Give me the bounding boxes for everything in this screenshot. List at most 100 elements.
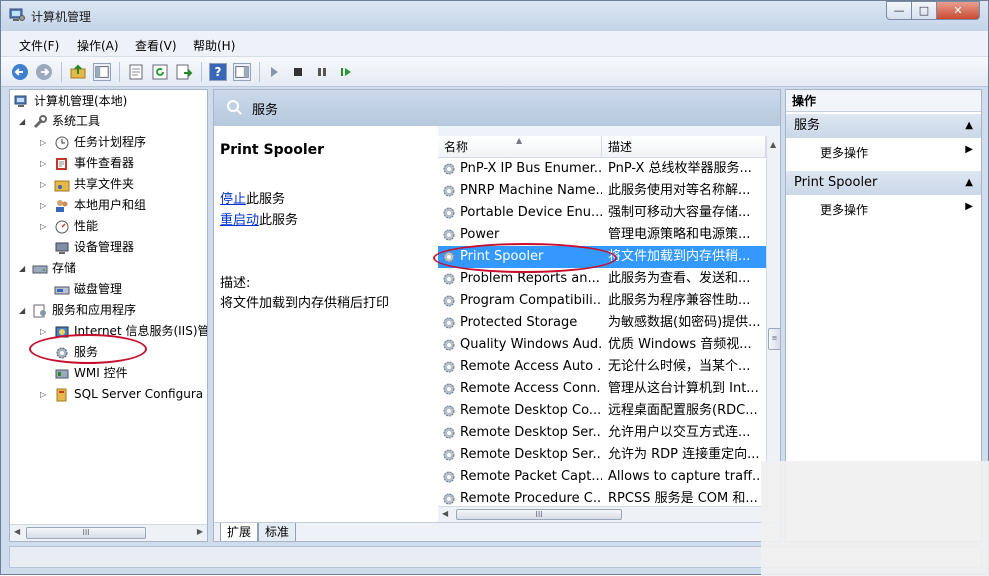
gear-icon <box>443 273 455 284</box>
gear-icon <box>443 229 455 240</box>
collapse-icon[interactable]: ◢ <box>19 306 25 315</box>
service-name-cell: Portable Device Enu... <box>442 202 602 224</box>
tree-node-label: SQL Server Configura <box>74 387 204 401</box>
expand-icon[interactable]: ▷ <box>40 222 46 231</box>
tree-node-task-scheduler[interactable]: 任务计划程序 <box>54 132 146 152</box>
table-row[interactable]: Remote Packet Capt... Allows to capture t… <box>438 466 766 488</box>
table-row[interactable]: Remote Access Conn... 管理从这台计算机到 Int... <box>438 378 766 400</box>
actions-section-print-spooler[interactable]: Print Spooler ▲ <box>786 171 981 195</box>
column-header-name[interactable]: 名称 ▲ <box>438 136 602 158</box>
scroll-left-icon[interactable]: ◀ <box>442 509 448 518</box>
menu-bar: 文件(F) 操作(A) 查看(V) 帮助(H) <box>1 31 988 57</box>
scroll-left-icon[interactable]: ◀ <box>14 527 20 536</box>
table-row[interactable]: Power 管理电源策略和电源策... <box>438 224 766 246</box>
table-row[interactable]: Remote Desktop Ser... 允许为 RDP 连接重定向... <box>438 444 766 466</box>
gear-icon <box>443 163 455 174</box>
menu-help[interactable]: 帮助(H) <box>193 37 235 54</box>
expand-icon[interactable]: ▷ <box>40 159 46 168</box>
tree-horizontal-scrollbar[interactable]: ◀ III ▶ <box>10 524 207 541</box>
stop-service-icon[interactable] <box>289 63 307 81</box>
export-list-icon[interactable] <box>175 63 193 81</box>
service-name: Program Compatibili... <box>460 293 602 308</box>
column-header-description[interactable]: 描述 <box>602 136 766 158</box>
table-row[interactable]: Remote Desktop Ser... 允许用户以交互方式连... <box>438 422 766 444</box>
service-name-cell: Remote Desktop Ser... <box>442 444 602 466</box>
computer-management-icon <box>9 8 25 21</box>
service-desc-cell: 将文件加载到内存供稍... <box>608 249 751 264</box>
tree-node-local-users[interactable]: 本地用户和组 <box>54 195 146 215</box>
show-action-pane-icon[interactable] <box>233 63 251 81</box>
service-name-cell: PnP-X IP Bus Enumer... <box>442 158 602 180</box>
tree-node-wmi[interactable]: WMI 控件 <box>54 363 128 383</box>
forward-icon[interactable] <box>35 63 53 81</box>
tree-node-root[interactable]: 计算机管理(本地) <box>14 91 127 111</box>
stop-service-link[interactable]: 停止 <box>220 192 246 207</box>
maximize-button[interactable]: □ <box>911 1 937 20</box>
collapse-icon[interactable]: ◢ <box>19 117 25 126</box>
expand-icon[interactable]: ▷ <box>40 327 46 336</box>
tree-node-sql-server[interactable]: SQL Server Configura <box>54 384 203 404</box>
service-name-cell: Program Compatibili... <box>442 290 602 312</box>
menu-view[interactable]: 查看(V) <box>135 37 177 54</box>
table-row[interactable]: Remote Desktop Co... 远程桌面配置服务(RDC... <box>438 400 766 422</box>
minimize-button[interactable]: — <box>886 1 912 20</box>
tree-node-services-apps[interactable]: 服务和应用程序 <box>32 300 136 320</box>
menu-action[interactable]: 操作(A) <box>77 37 119 54</box>
collapse-icon[interactable]: ◢ <box>19 264 25 273</box>
help-icon[interactable]: ? <box>209 63 227 81</box>
table-row[interactable]: Portable Device Enu... 强制可移动大容量存储... <box>438 202 766 224</box>
start-service-icon[interactable] <box>265 63 283 81</box>
scroll-thumb[interactable]: III <box>456 509 622 520</box>
expand-icon[interactable]: ▷ <box>40 201 46 210</box>
tab-extended[interactable]: 扩展 <box>220 523 259 541</box>
more-actions-services[interactable]: 更多操作 <box>820 144 868 161</box>
table-row[interactable]: Protected Storage 为敏感数据(如密码)提供... <box>438 312 766 334</box>
tree-node-disk-management[interactable]: 磁盘管理 <box>54 279 122 299</box>
expand-icon[interactable]: ▷ <box>40 180 46 189</box>
gear-icon <box>443 185 455 196</box>
tree-node-label: 计算机管理(本地) <box>34 94 128 108</box>
table-row[interactable]: PnP-X IP Bus Enumer... PnP-X 总线枚举器服务... <box>438 158 766 180</box>
list-horizontal-scrollbar[interactable]: ◀ III <box>438 506 780 522</box>
restart-service-icon[interactable] <box>337 63 355 81</box>
collapse-icon[interactable]: ▲ <box>965 171 973 195</box>
expand-icon[interactable]: ▷ <box>40 138 46 147</box>
close-button[interactable]: ✕ <box>936 1 980 20</box>
table-row[interactable]: Remote Access Auto ... 无论什么时候，当某个... <box>438 356 766 378</box>
properties-icon[interactable] <box>127 63 145 81</box>
service-desc-cell: 此服务为程序兼容性助... <box>608 293 751 308</box>
tree-node-system-tools[interactable]: 系统工具 <box>32 111 100 131</box>
list-vertical-scrollbar[interactable]: ▲ ≡ <box>766 136 780 506</box>
more-actions-print-spooler[interactable]: 更多操作 <box>820 201 868 218</box>
services-pane: 服务 Print Spooler 停止此服务 重启动此服务 描述: 将文件加载到… <box>213 89 781 542</box>
expand-icon[interactable]: ▷ <box>40 390 46 399</box>
scroll-thumb[interactable]: III <box>26 527 146 539</box>
table-row[interactable]: PNRP Machine Name... 此服务使用对等名称解... <box>438 180 766 202</box>
clock-icon <box>55 136 69 149</box>
tree-node-storage[interactable]: 存储 <box>32 258 76 278</box>
table-row[interactable]: Quality Windows Aud... 优质 Windows 音频视... <box>438 334 766 356</box>
tab-standard[interactable]: 标准 <box>258 523 297 541</box>
refresh-icon[interactable] <box>151 63 169 81</box>
service-desc-cell: 此服务为查看、发送和... <box>608 271 751 286</box>
computer-management-window: 计算机管理 — □ ✕ 文件(F) 操作(A) 查看(V) 帮助(H) ? 计算… <box>0 0 989 576</box>
scroll-up-icon[interactable]: ▲ <box>770 140 776 149</box>
back-icon[interactable] <box>11 63 29 81</box>
menu-file[interactable]: 文件(F) <box>19 37 59 54</box>
tree-node-device-manager[interactable]: 设备管理器 <box>54 237 134 257</box>
collapse-icon[interactable]: ▲ <box>965 114 973 138</box>
service-detail-panel: Print Spooler 停止此服务 重启动此服务 描述: 将文件加载到内存供… <box>214 126 438 522</box>
pause-service-icon[interactable] <box>313 63 331 81</box>
show-hide-tree-icon[interactable] <box>93 63 111 81</box>
tree-node-performance[interactable]: 性能 <box>54 216 98 236</box>
actions-title: 操作 <box>786 90 981 112</box>
submenu-arrow-icon: ▶ <box>965 201 973 212</box>
tree-node-event-viewer[interactable]: 事件查看器 <box>54 153 134 173</box>
up-folder-icon[interactable] <box>69 63 87 81</box>
restart-service-link[interactable]: 重启动 <box>220 213 259 228</box>
actions-section-services[interactable]: 服务 ▲ <box>786 114 981 138</box>
tree-node-shared-folders[interactable]: 共享文件夹 <box>54 174 134 194</box>
scroll-right-icon[interactable]: ▶ <box>197 527 203 536</box>
scroll-thumb[interactable]: ≡ <box>768 328 780 350</box>
table-row[interactable]: Program Compatibili... 此服务为程序兼容性助... <box>438 290 766 312</box>
